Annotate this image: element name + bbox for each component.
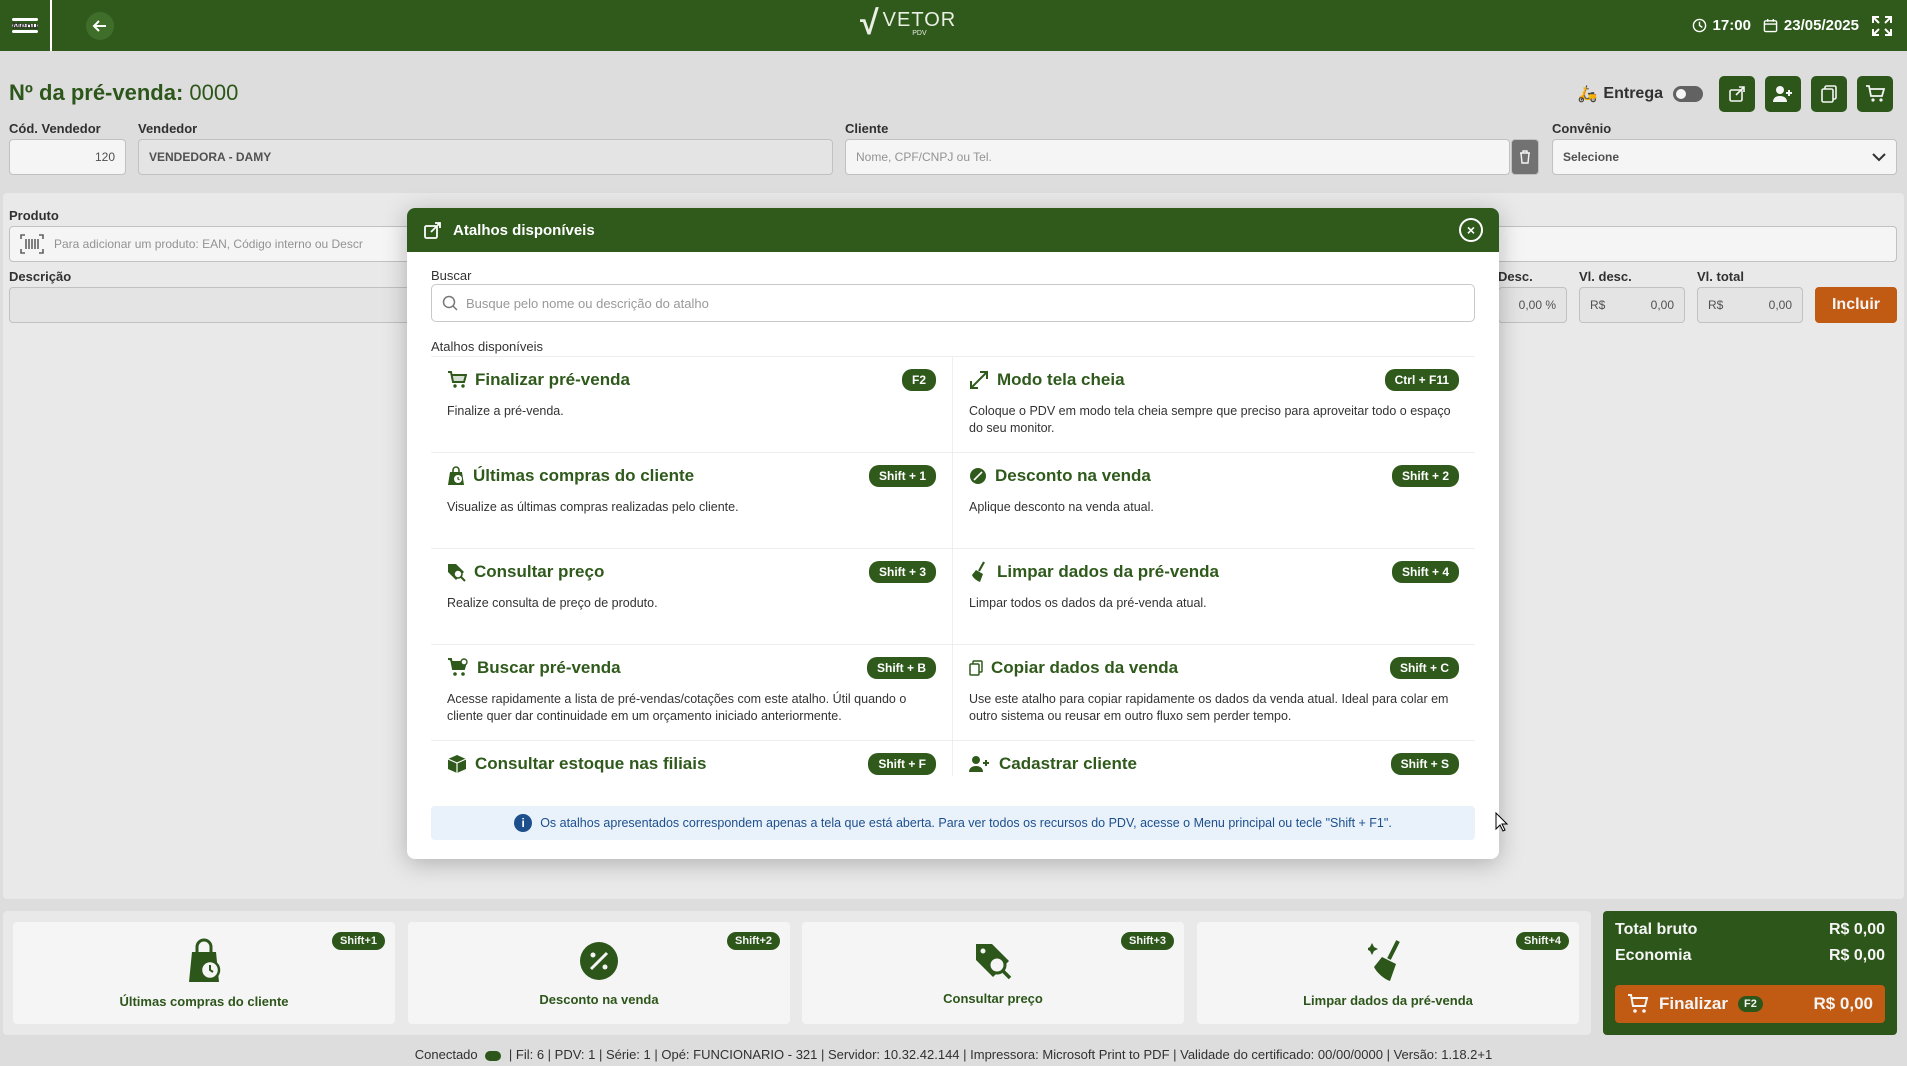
bag-clock-icon bbox=[448, 466, 464, 485]
shortcut-key: Shift + C bbox=[1389, 657, 1459, 679]
shortcut-title: Buscar pré-venda bbox=[477, 658, 621, 677]
cart-icon bbox=[448, 371, 467, 388]
shortcut-item[interactable]: Consultar estoque nas filiais Shift + F bbox=[431, 741, 953, 776]
date: 23/05/2025 bbox=[1763, 17, 1859, 34]
close-button[interactable]: × bbox=[1459, 218, 1483, 242]
shortcut-title: Cadastrar cliente bbox=[999, 754, 1137, 773]
atalhos-modal: Atalhos disponíveis × Buscar Atalhos dis… bbox=[407, 208, 1499, 859]
time-text: 17:00 bbox=[1712, 17, 1751, 34]
shortcut-title: Desconto na venda bbox=[995, 466, 1151, 485]
share-icon bbox=[424, 222, 441, 239]
shortcut-title: Consultar estoque nas filiais bbox=[475, 754, 707, 773]
shortcut-key: Ctrl + F11 bbox=[1384, 369, 1459, 391]
shortcut-key: Shift + 2 bbox=[1391, 465, 1459, 487]
shortcut-desc: Visualize as últimas compras realizadas … bbox=[447, 500, 739, 514]
search-input[interactable] bbox=[466, 295, 1464, 311]
menu-label: Menu bbox=[11, 20, 39, 32]
shortcut-key: Shift + B bbox=[866, 657, 936, 679]
shortcut-desc: Use este atalho para copiar rapidamente … bbox=[969, 692, 1449, 723]
date-text: 23/05/2025 bbox=[1783, 17, 1859, 34]
shortcut-item[interactable]: Consultar preço Shift + 3 Realize consul… bbox=[431, 549, 953, 645]
shortcut-desc: Coloque o PDV em modo tela cheia sempre … bbox=[969, 404, 1451, 435]
close-icon: × bbox=[1466, 222, 1476, 238]
logo-mark-icon: √ bbox=[858, 4, 877, 42]
shortcut-key: Shift + F bbox=[868, 753, 936, 775]
atalhos-list-label: Atalhos disponíveis bbox=[431, 339, 544, 354]
shortcut-item[interactable]: Limpar dados da pré-venda Shift + 4 Limp… bbox=[953, 549, 1475, 645]
modal-header: Atalhos disponíveis × bbox=[407, 208, 1499, 252]
fullscreen-icon bbox=[1872, 15, 1892, 36]
shortcut-title: Últimas compras do cliente bbox=[473, 466, 695, 485]
shortcut-desc: Finalize a pré-venda. bbox=[447, 404, 564, 418]
calendar-icon bbox=[1763, 18, 1778, 33]
price-tag-search-icon bbox=[448, 563, 466, 582]
info-icon: i bbox=[514, 814, 533, 832]
shortcut-desc: Limpar todos os dados da pré-venda atual… bbox=[969, 596, 1207, 610]
info-text: Os atalhos apresentados correspondem ape… bbox=[540, 816, 1392, 830]
shortcut-item[interactable]: Copiar dados da venda Shift + C Use este… bbox=[953, 645, 1475, 741]
clock-icon bbox=[1692, 18, 1706, 33]
shortcut-key: F2 bbox=[901, 369, 936, 391]
shortcut-key: Shift + S bbox=[1390, 753, 1459, 775]
shortcut-key: Shift + 4 bbox=[1391, 561, 1459, 583]
logo-text: VETOR bbox=[882, 8, 957, 31]
shortcut-item[interactable]: Finalizar pré-venda F2 Finalize a pré-ve… bbox=[431, 357, 953, 453]
boxes-icon bbox=[447, 755, 467, 773]
search-label: Buscar bbox=[431, 268, 472, 283]
discount-icon bbox=[970, 468, 986, 484]
cart-search-icon bbox=[448, 658, 468, 676]
top-bar: Menu √ VETOR PDV 17:00 23/05/2025 bbox=[0, 0, 1907, 51]
shortcut-desc: Acesse rapidamente a lista de pré-vendas… bbox=[447, 692, 907, 723]
back-button[interactable] bbox=[86, 11, 114, 40]
shortcut-item[interactable]: Modo tela cheia Ctrl + F11 Coloque o PDV… bbox=[953, 357, 1475, 453]
expand-icon bbox=[970, 371, 988, 389]
copy-icon bbox=[969, 660, 983, 676]
shortcut-key: Shift + 3 bbox=[868, 561, 936, 583]
shortcut-title: Consultar preço bbox=[474, 562, 605, 581]
shortcut-list: Finalizar pré-venda F2 Finalize a pré-ve… bbox=[431, 356, 1475, 776]
fullscreen-button[interactable] bbox=[1871, 15, 1893, 37]
logo-sub: PDV bbox=[912, 29, 927, 37]
shortcut-desc: Aplique desconto na venda atual. bbox=[969, 500, 1154, 514]
shortcut-title: Modo tela cheia bbox=[997, 370, 1125, 389]
mouse-cursor-icon bbox=[1495, 812, 1509, 832]
info-banner: i Os atalhos apresentados correspondem a… bbox=[431, 806, 1475, 840]
shortcut-key: Shift + 1 bbox=[868, 465, 936, 487]
shortcut-item[interactable]: Buscar pré-venda Shift + B Acesse rapida… bbox=[431, 645, 953, 741]
shortcut-title: Finalizar pré-venda bbox=[475, 370, 630, 389]
broom-icon bbox=[972, 561, 985, 582]
shortcut-title: Limpar dados da pré-venda bbox=[997, 562, 1219, 581]
vetor-logo: √ VETOR PDV bbox=[858, 6, 956, 40]
search-icon bbox=[442, 295, 458, 311]
shortcut-desc: Realize consulta de preço de produto. bbox=[447, 596, 658, 610]
modal-title: Atalhos disponíveis bbox=[453, 221, 595, 239]
shortcut-item[interactable]: Cadastrar cliente Shift + S bbox=[953, 741, 1475, 776]
clock: 17:00 bbox=[1692, 17, 1751, 34]
search-field bbox=[431, 284, 1475, 322]
shortcut-title: Copiar dados da venda bbox=[991, 658, 1179, 677]
arrow-left-icon bbox=[92, 19, 106, 32]
user-plus-icon bbox=[969, 756, 989, 772]
menu-button[interactable]: Menu bbox=[0, 0, 52, 51]
shortcut-item[interactable]: Últimas compras do cliente Shift + 1 Vis… bbox=[431, 453, 953, 549]
shortcut-item[interactable]: Desconto na venda Shift + 2 Aplique desc… bbox=[953, 453, 1475, 549]
